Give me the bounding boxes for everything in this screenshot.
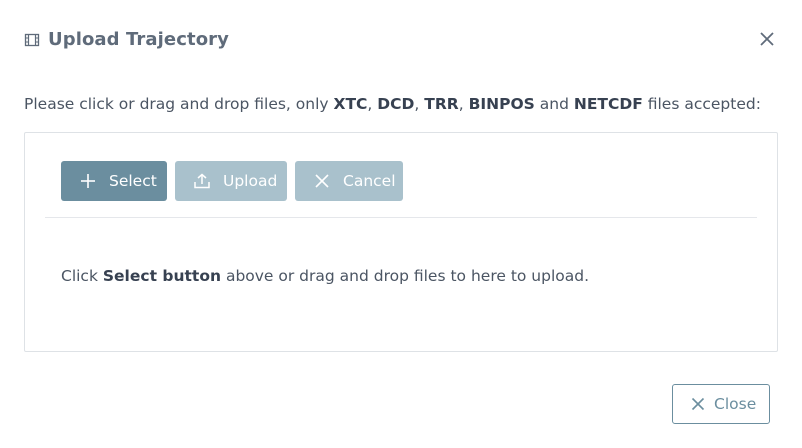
select-button[interactable]: Select <box>61 161 167 201</box>
close-icon[interactable] <box>756 28 778 50</box>
cancel-button[interactable]: Cancel <box>295 161 403 201</box>
close-button[interactable]: Close <box>672 384 770 424</box>
format-and: and <box>534 95 574 113</box>
upload-button-label: Upload <box>223 172 278 190</box>
format-netcdf: NETCDF <box>573 95 643 113</box>
file-upload-dropzone[interactable]: Select Upload Cancel Click Select button… <box>24 132 778 352</box>
hint-prefix: Click <box>61 267 103 285</box>
format-trr: TRR <box>424 95 459 113</box>
film-icon <box>24 33 40 47</box>
drop-hint-text: Click Select button above or drag and dr… <box>61 267 589 285</box>
upload-trajectory-dialog: Upload Trajectory Please click or drag a… <box>0 0 802 448</box>
divider <box>45 217 757 218</box>
instructions-suffix: files accepted: <box>642 95 761 113</box>
close-icon <box>691 397 705 411</box>
format-separator: , <box>367 95 378 113</box>
instructions-prefix: Please click or drag and drop files, onl… <box>24 95 334 113</box>
accepted-formats-text: Please click or drag and drop files, onl… <box>24 95 761 113</box>
format-separator: , <box>458 95 469 113</box>
upload-button[interactable]: Upload <box>175 161 287 201</box>
format-binpos: BINPOS <box>468 95 535 113</box>
upload-icon <box>194 173 210 189</box>
hint-suffix: above or drag and drop files to here to … <box>221 267 590 285</box>
format-dcd: DCD <box>377 95 415 113</box>
hint-bold: Select button <box>102 267 222 285</box>
plus-icon <box>81 174 95 188</box>
format-xtc: XTC <box>333 95 368 113</box>
dialog-header: Upload Trajectory <box>0 0 802 80</box>
select-button-label: Select <box>109 172 157 190</box>
close-button-label: Close <box>714 395 757 413</box>
dialog-title: Upload Trajectory <box>48 29 229 50</box>
cancel-button-label: Cancel <box>343 172 396 190</box>
close-icon <box>315 174 329 188</box>
format-separator: , <box>414 95 425 113</box>
